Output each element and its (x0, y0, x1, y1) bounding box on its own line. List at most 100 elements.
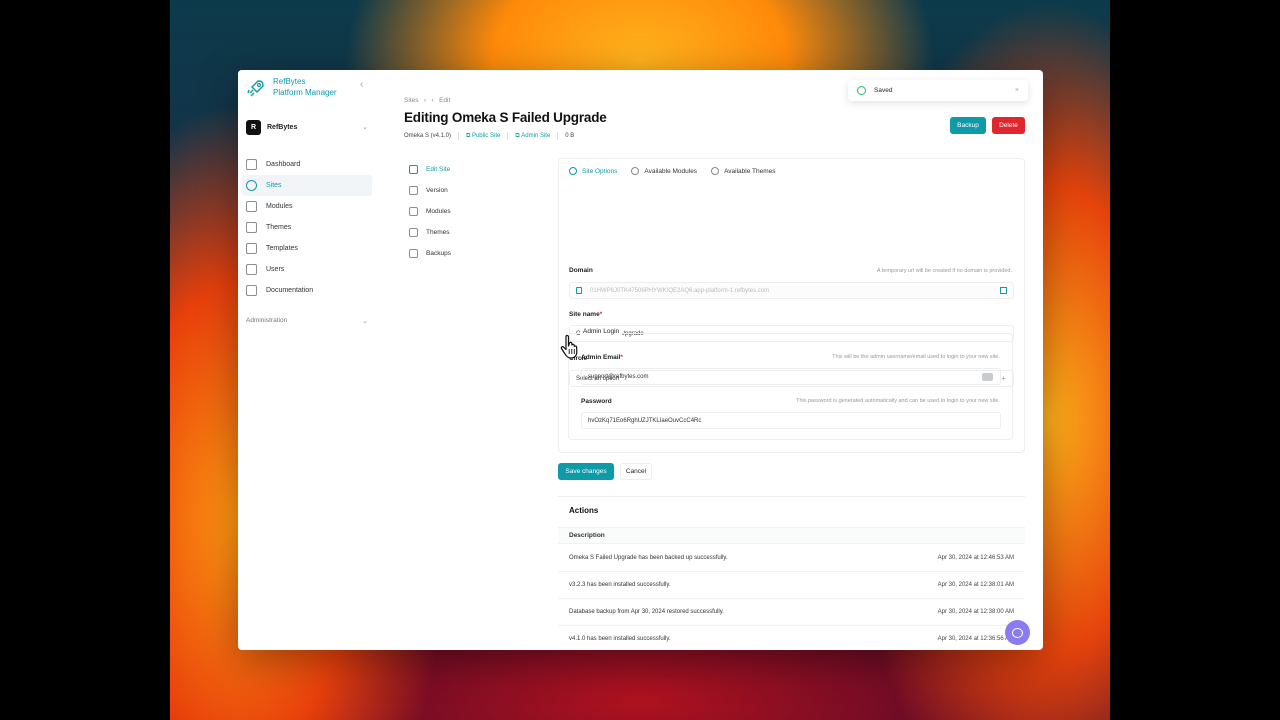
actions-title: Actions (569, 506, 599, 515)
actions-section: Actions Description Omeka S Failed Upgra… (558, 496, 1025, 650)
divider (557, 132, 559, 140)
admin-login-legend: Admin Login (580, 328, 623, 335)
sidebar-item-users[interactable]: Users (242, 259, 372, 280)
sidebar-item-documentation[interactable]: Documentation (242, 280, 372, 301)
brand[interactable]: RefBytes Platform Manager (246, 76, 337, 98)
sidebar: RefBytes Platform Manager ‹ R RefBytes ⌄… (238, 70, 378, 650)
save-changes-button[interactable]: Save changes (558, 463, 614, 480)
users-icon (246, 264, 257, 275)
public-site-link[interactable]: Public Site (472, 133, 500, 139)
subnav-item-backups[interactable]: Backups (406, 243, 546, 264)
site-meta: Omeka S (v4.1.0) ⧉ Public Site ⧉ Admin S… (404, 132, 574, 140)
check-circle-icon (857, 86, 866, 95)
breadcrumb-separator: › (420, 97, 430, 104)
row-description: Omeka S Failed Upgrade has been backed u… (569, 555, 728, 561)
password-label: Password (581, 398, 612, 405)
template-icon (246, 243, 257, 254)
team-avatar: R (246, 119, 261, 135)
sidebar-item-label: Modules (266, 203, 293, 210)
breadcrumb-sites[interactable]: Sites (404, 97, 418, 104)
page-title: Editing Omeka S Failed Upgrade (404, 110, 607, 125)
admin-email-input[interactable]: support@refbytes.com (581, 368, 1001, 385)
breadcrumb-back-icon: ‹ (431, 97, 438, 104)
brand-name-line1: RefBytes (273, 77, 306, 86)
admin-group-label: Administration (246, 317, 288, 324)
table-row: Omeka S Failed Upgrade has been backed u… (558, 545, 1025, 572)
admin-site-link[interactable]: Admin Site (521, 133, 550, 139)
table-row: v4.1.0 has been installed successfully. … (558, 626, 1025, 650)
chat-launcher-button[interactable] (1005, 620, 1030, 645)
hand-cursor-icon (560, 334, 578, 359)
subnav-item-edit-site[interactable]: Edit Site (406, 159, 546, 180)
gear-icon (569, 167, 577, 175)
backup-button[interactable]: Backup (950, 117, 986, 134)
sidebar-item-themes[interactable]: Themes (242, 217, 372, 238)
sidebar-item-label: Documentation (266, 287, 314, 294)
domain-label-text: Domain (569, 267, 593, 274)
doc-icon (246, 285, 257, 296)
close-icon[interactable]: × (1015, 87, 1019, 94)
brand-name-line2: Platform Manager (273, 88, 337, 97)
subnav-item-modules[interactable]: Modules (406, 201, 546, 222)
admin-email-value: support@refbytes.com (588, 373, 649, 380)
subnav-item-label: Backups (426, 250, 451, 257)
pencil-icon (409, 165, 418, 174)
toast-message: Saved (874, 87, 893, 94)
admin-email-label: Admin Email* (581, 354, 623, 361)
sidebar-nav: Dashboard Sites Modules Themes Templates… (242, 154, 372, 301)
table-row: v3.2.3 has been installed successfully. … (558, 572, 1025, 599)
password-input[interactable]: hvOzKq71Eo6RghUZJTKLIaeOuvCcC4Rc (581, 412, 1001, 429)
columns-icon (409, 228, 418, 237)
breadcrumb-edit: Edit (439, 97, 451, 104)
sidebar-item-label: Themes (266, 224, 292, 231)
lock-icon (576, 287, 582, 294)
row-description: v4.1.0 has been installed successfully. (569, 636, 671, 642)
autofill-icon[interactable] (982, 373, 993, 381)
saved-toast: Saved × (848, 80, 1028, 101)
tab-label: Available Modules (644, 167, 698, 175)
row-description: Database backup from Apr 30, 2024 restor… (569, 609, 724, 615)
tab-label: Site Options (582, 167, 618, 175)
sidebar-group-administration[interactable]: Administration ⌄ (246, 317, 368, 325)
divider (507, 132, 509, 140)
subnav-item-version[interactable]: Version (406, 180, 546, 201)
cube-icon (409, 207, 418, 216)
tab-site-options[interactable]: Site Options (569, 164, 617, 178)
team-switcher[interactable]: R RefBytes ⌄ (246, 119, 368, 135)
subnav-item-themes[interactable]: Themes (406, 222, 546, 243)
tab-available-modules[interactable]: Available Modules (631, 164, 697, 178)
site-size: 0 B (565, 133, 575, 139)
password-help: This password is generated automatically… (796, 398, 1000, 404)
row-date: Apr 30, 2024 at 12:36:56 AM (937, 636, 1014, 642)
rocket-logo-icon (247, 80, 264, 97)
chat-icon (1012, 627, 1023, 638)
sidebar-item-label: Templates (266, 245, 298, 252)
collapse-sidebar-icon[interactable]: ‹ (360, 79, 363, 90)
team-name: RefBytes (267, 123, 298, 131)
admin-login-fieldset: Admin Login Admin Email* This will be th… (568, 328, 1013, 440)
sidebar-item-dashboard[interactable]: Dashboard (242, 154, 372, 175)
row-date: Apr 30, 2024 at 12:38:00 AM (937, 609, 1014, 615)
subnav-item-label: Edit Site (426, 166, 451, 173)
divider (458, 132, 460, 140)
row-date: Apr 30, 2024 at 12:38:01 AM (937, 582, 1014, 588)
subnav-item-label: Modules (426, 208, 451, 215)
tab-available-themes[interactable]: Available Themes (711, 164, 776, 178)
share-icon (409, 186, 418, 195)
chevron-down-icon: ⌄ (362, 318, 368, 325)
sidebar-item-templates[interactable]: Templates (242, 238, 372, 259)
domain-help: A temporary url will be created if no do… (876, 268, 1012, 274)
brand-name: RefBytes Platform Manager (273, 76, 337, 98)
domain-input[interactable]: 01HWP6J0TK47506PHYWKIQE2AQ6.app-platform… (569, 282, 1014, 299)
external-link-icon[interactable] (1000, 287, 1007, 294)
table-header-description: Description (558, 527, 1025, 544)
sidebar-item-modules[interactable]: Modules (242, 196, 372, 217)
subnav-item-label: Themes (426, 229, 450, 236)
delete-button[interactable]: Delete (992, 117, 1025, 134)
sidebar-item-sites[interactable]: Sites (242, 175, 372, 196)
row-date: Apr 30, 2024 at 12:46:53 AM (937, 555, 1014, 561)
sidebar-item-label: Sites (266, 182, 282, 189)
columns-icon (246, 222, 257, 233)
domain-value: 01HWP6J0TK47506PHYWKIQE2AQ6.app-platform… (590, 287, 770, 294)
cancel-button[interactable]: Cancel (620, 463, 652, 480)
